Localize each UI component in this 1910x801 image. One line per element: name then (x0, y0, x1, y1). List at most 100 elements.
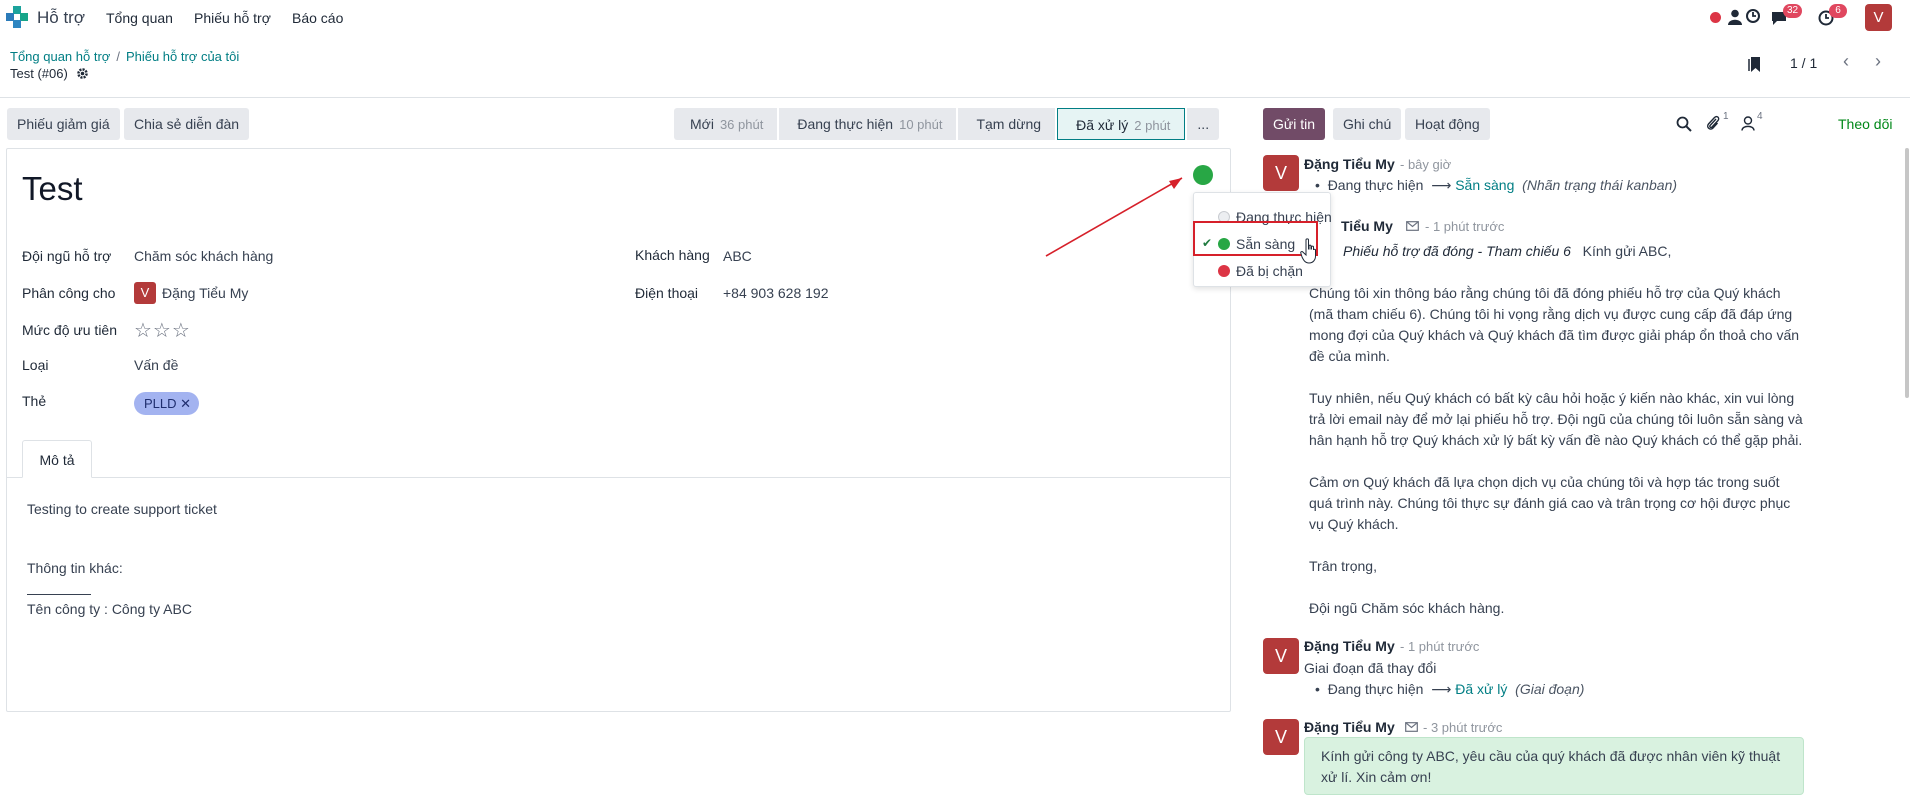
email-text-line: trả lời email này để mở lại phiếu hỗ trợ… (1309, 411, 1803, 427)
assigned-field[interactable]: Đặng Tiểu My (162, 285, 248, 301)
stage-solved-label: Đã xử lý (1076, 117, 1129, 133)
email-text-line: hân hạnh hỗ trợ Quý khách xử lý bất kỳ v… (1309, 432, 1803, 448)
tag-label: PLLD (144, 396, 177, 411)
attachments-count: 1 (1723, 111, 1729, 122)
followers-count: 4 (1757, 111, 1763, 122)
search-icon[interactable] (1676, 116, 1692, 132)
email-subject-line: Phiếu hỗ trợ đã đóng - Tham chiếu 6 Kính… (1343, 243, 1671, 259)
email-text-line: Cảm ơn Quý khách đã lựa chọn dịch vụ của… (1309, 474, 1780, 490)
tracking-line: • Đang thực hiện ⟶ Sẵn sàng (Nhãn trạng … (1315, 177, 1677, 194)
email-paragraph-3: Cảm ơn Quý khách đã lựa chọn dịch vụ của… (1309, 472, 1809, 535)
ticket-title[interactable]: Test (22, 170, 83, 208)
email-text-line: đề của mình. (1309, 348, 1390, 364)
tracking-old-value: Đang thực hiện (1327, 681, 1424, 697)
stage-solved-duration: 2 phút (1134, 118, 1171, 133)
tracking-line: • Đang thực hiện ⟶ Đã xử lý (Giai đoạn) (1315, 681, 1584, 698)
phone-label: Điện thoại (635, 285, 699, 301)
stage-statusbar: Mới 36 phút Đang thực hiện 10 phút Tạm dừn… (674, 108, 1221, 140)
pager-next-icon[interactable]: › (1865, 50, 1891, 74)
clock-icon[interactable] (1746, 9, 1760, 23)
assigned-label: Phân công cho (22, 285, 116, 301)
user-status-icon[interactable] (1728, 9, 1742, 25)
record-dot-icon[interactable] (1710, 12, 1721, 23)
breadcrumb: Tổng quan hỗ trợ / Phiếu hỗ trợ của tôi (10, 49, 239, 64)
red-dot-icon (1218, 265, 1230, 277)
type-field[interactable]: Vấn đề (134, 357, 178, 373)
app-name[interactable]: Hỗ trợ (37, 8, 85, 28)
message-author[interactable]: Đặng Tiểu My (1304, 719, 1395, 735)
activity-button[interactable]: Hoạt động (1405, 108, 1490, 140)
envelope-icon (1405, 722, 1418, 732)
gear-icon[interactable] (76, 67, 89, 80)
breadcrumb-current[interactable]: Phiếu hỗ trợ của tôi (126, 49, 239, 64)
share-forum-button[interactable]: Chia sẻ diễn đàn (124, 108, 250, 140)
tracking-new-value: Đã xử lý (1455, 681, 1508, 697)
email-subject: Phiếu hỗ trợ đã đóng - Tham chiếu 6 (1343, 243, 1571, 259)
email-text-line: vụ Quý khách. (1309, 516, 1399, 532)
team-label: Đội ngũ hỗ trợ (22, 248, 112, 264)
follow-button[interactable]: Theo dõi (1838, 116, 1892, 132)
coupon-button[interactable]: Phiếu giảm giá (7, 108, 120, 140)
email-greeting: Kính gửi ABC, (1582, 243, 1672, 259)
email-text-line: mong đợi của Quý khách và Quý khách đã t… (1309, 327, 1800, 343)
stage-new-duration: 36 phút (719, 117, 764, 132)
tracking-old-value: Đang thực hiện (1327, 177, 1424, 193)
tag-badge[interactable]: PLLD ✕ (134, 392, 200, 415)
send-message-button[interactable]: Gửi tin (1263, 108, 1326, 140)
message-author[interactable]: Đặng Tiểu My (1304, 638, 1395, 654)
chatter-scrollbar[interactable] (1905, 148, 1909, 398)
stage-in-progress-duration: 10 phút (899, 117, 943, 132)
annotation-arrow-icon (1045, 177, 1183, 257)
helpdesk-logo-icon[interactable] (6, 6, 28, 28)
stage-more-button[interactable]: ... (1187, 108, 1220, 140)
message-avatar: V (1263, 155, 1299, 191)
message-author[interactable]: Tiểu My (1341, 218, 1393, 234)
stage-solved[interactable]: Đã xử lý 2 phút (1057, 108, 1186, 140)
record-title: Test (#06) (10, 66, 89, 81)
top-navbar: Hỗ trợ Tổng quan Phiếu hỗ trợ Báo cáo 32… (0, 0, 1910, 36)
description-line-2[interactable]: Thông tin khác: (27, 560, 123, 576)
tracking-new-value: Sẵn sàng (1455, 177, 1515, 193)
tab-description[interactable]: Mô tả (22, 440, 92, 478)
email-signature: Đội ngũ Chăm sóc khách hàng. (1309, 600, 1505, 616)
user-avatar[interactable]: V (1865, 4, 1892, 31)
message-body: Giai đoạn đã thay đổi (1304, 660, 1437, 676)
tracking-field: (Giai đoạn) (1515, 681, 1585, 697)
message-avatar-initial: V (1274, 646, 1287, 666)
bookmark-icon[interactable] (1748, 56, 1761, 73)
stage-on-hold[interactable]: Tạm dừng (958, 108, 1056, 140)
description-line-3[interactable]: Tên công ty : Công ty ABC (27, 601, 192, 617)
bullet-icon: • (1315, 681, 1320, 697)
menu-reporting[interactable]: Báo cáo (292, 10, 343, 26)
type-label: Loại (22, 357, 49, 373)
kanban-option-label: Đã bị chặn (1236, 263, 1303, 279)
log-note-button[interactable]: Ghi chú (1333, 108, 1402, 140)
followers-icon[interactable] (1741, 116, 1755, 131)
breadcrumb-parent[interactable]: Tổng quan hỗ trợ (10, 49, 110, 64)
stage-more-label: ... (1197, 116, 1210, 132)
description-line-1[interactable]: Testing to create support ticket (27, 501, 217, 517)
bullet-icon: • (1315, 177, 1320, 193)
message-author[interactable]: Đặng Tiểu My (1304, 156, 1395, 172)
priority-label: Mức độ ưu tiên (22, 322, 118, 338)
phone-field[interactable]: +84 903 628 192 (723, 285, 829, 301)
team-field[interactable]: Chăm sóc khách hàng (134, 248, 273, 264)
menu-overview[interactable]: Tổng quan (106, 10, 173, 26)
message-avatar-initial: V (1274, 163, 1287, 183)
priority-stars-icon[interactable]: ☆☆☆ (134, 318, 191, 343)
stage-new[interactable]: Mới 36 phút (674, 108, 778, 140)
menu-tickets[interactable]: Phiếu hỗ trợ (194, 10, 271, 26)
tag-remove-icon[interactable]: ✕ (180, 396, 191, 411)
email-closing: Trân trọng, (1309, 558, 1377, 574)
email-text-line: quá trình này. Chúng tôi thực sự đánh gi… (1309, 495, 1791, 511)
customer-field[interactable]: ABC (723, 248, 752, 264)
tags-label: Thẻ (22, 393, 47, 409)
email-text-line: Tuy nhiên, nếu Quý khách có bất kỳ câu h… (1309, 390, 1795, 406)
pager-previous-icon[interactable]: ‹ (1833, 50, 1859, 74)
pager-value[interactable]: 1 / 1 (1790, 55, 1817, 71)
email-paragraph-2: Tuy nhiên, nếu Quý khách có bất kỳ câu h… (1309, 388, 1809, 451)
paperclip-icon[interactable] (1706, 114, 1720, 132)
stage-on-hold-label: Tạm dừng (976, 116, 1042, 132)
stage-in-progress[interactable]: Đang thực hiện 10 phút (779, 108, 957, 140)
email-text-line: Chúng tôi xin thông báo rằng chúng tôi đ… (1309, 285, 1781, 301)
